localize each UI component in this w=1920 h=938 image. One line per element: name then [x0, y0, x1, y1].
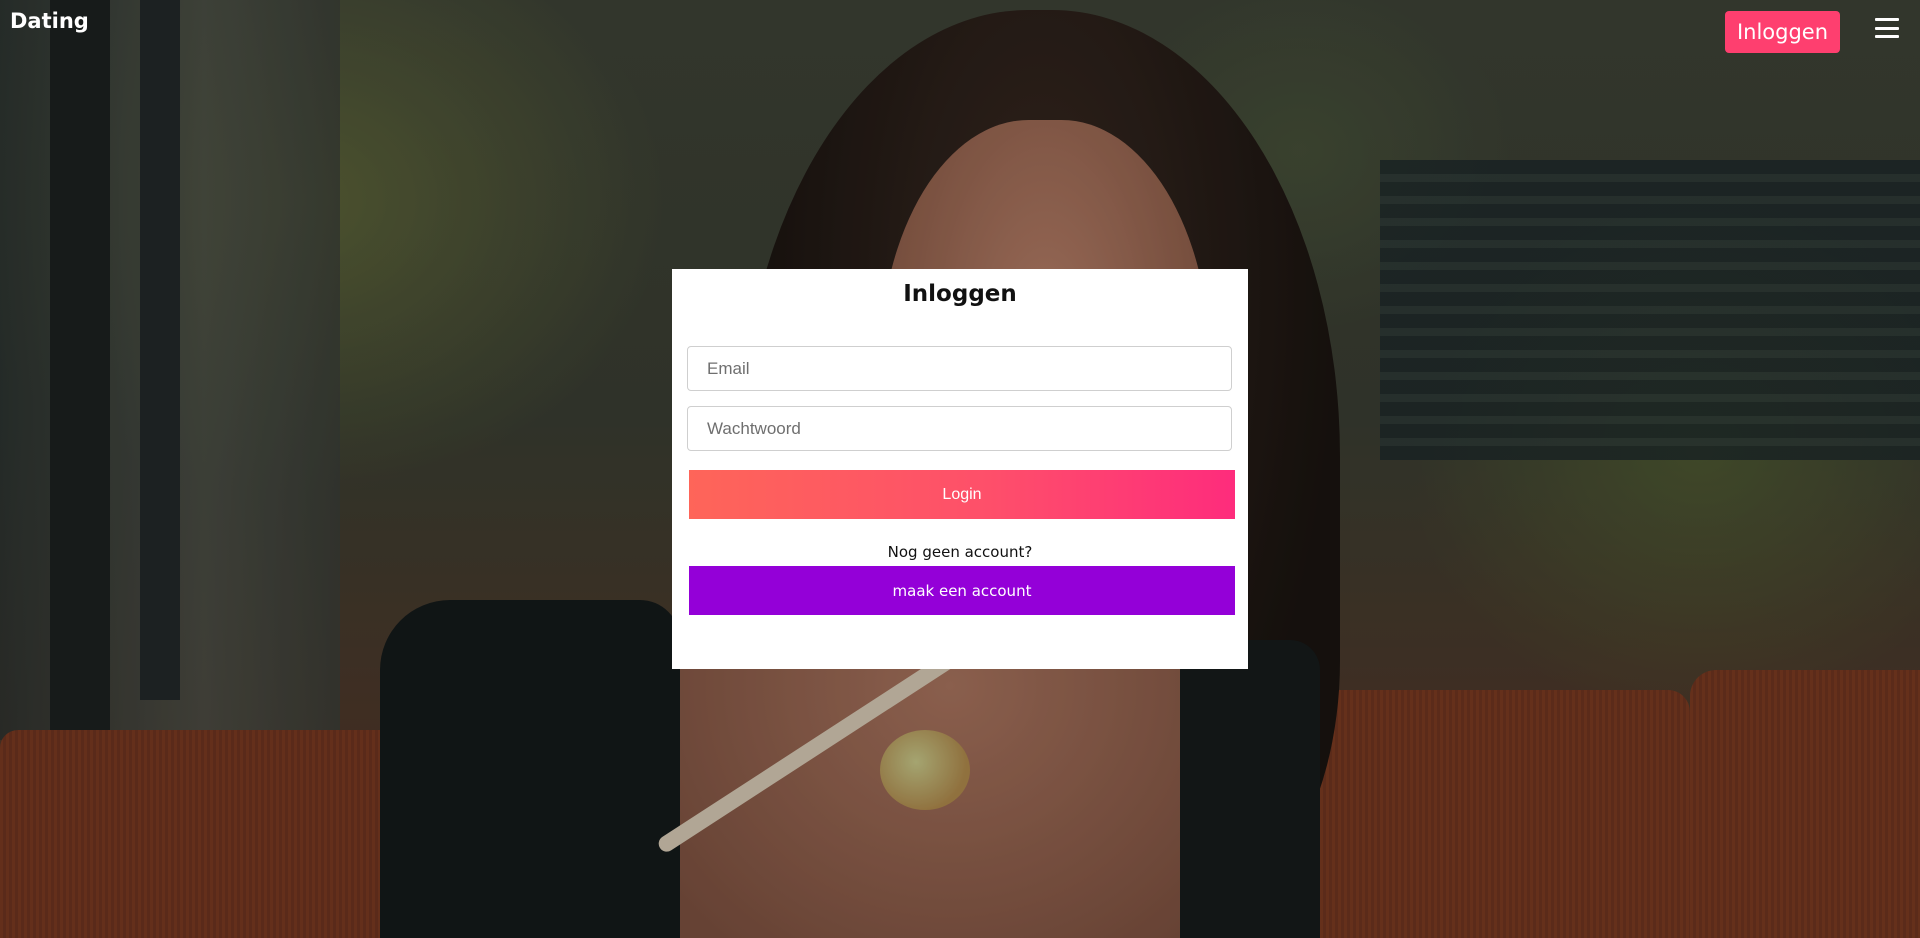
login-card: Inloggen Login Nog geen account? maak ee… [672, 269, 1248, 669]
no-account-text: Nog geen account? [887, 543, 1033, 561]
create-account-button[interactable]: maak een account [689, 566, 1235, 615]
email-field[interactable] [687, 346, 1232, 391]
login-button[interactable]: Login [689, 470, 1235, 519]
hamburger-menu-icon[interactable] [1875, 18, 1899, 38]
login-title: Inloggen [903, 281, 1017, 307]
password-field[interactable] [687, 406, 1232, 451]
nav-login-button[interactable]: Inloggen [1725, 11, 1840, 53]
brand-logo[interactable]: Dating [10, 9, 89, 33]
